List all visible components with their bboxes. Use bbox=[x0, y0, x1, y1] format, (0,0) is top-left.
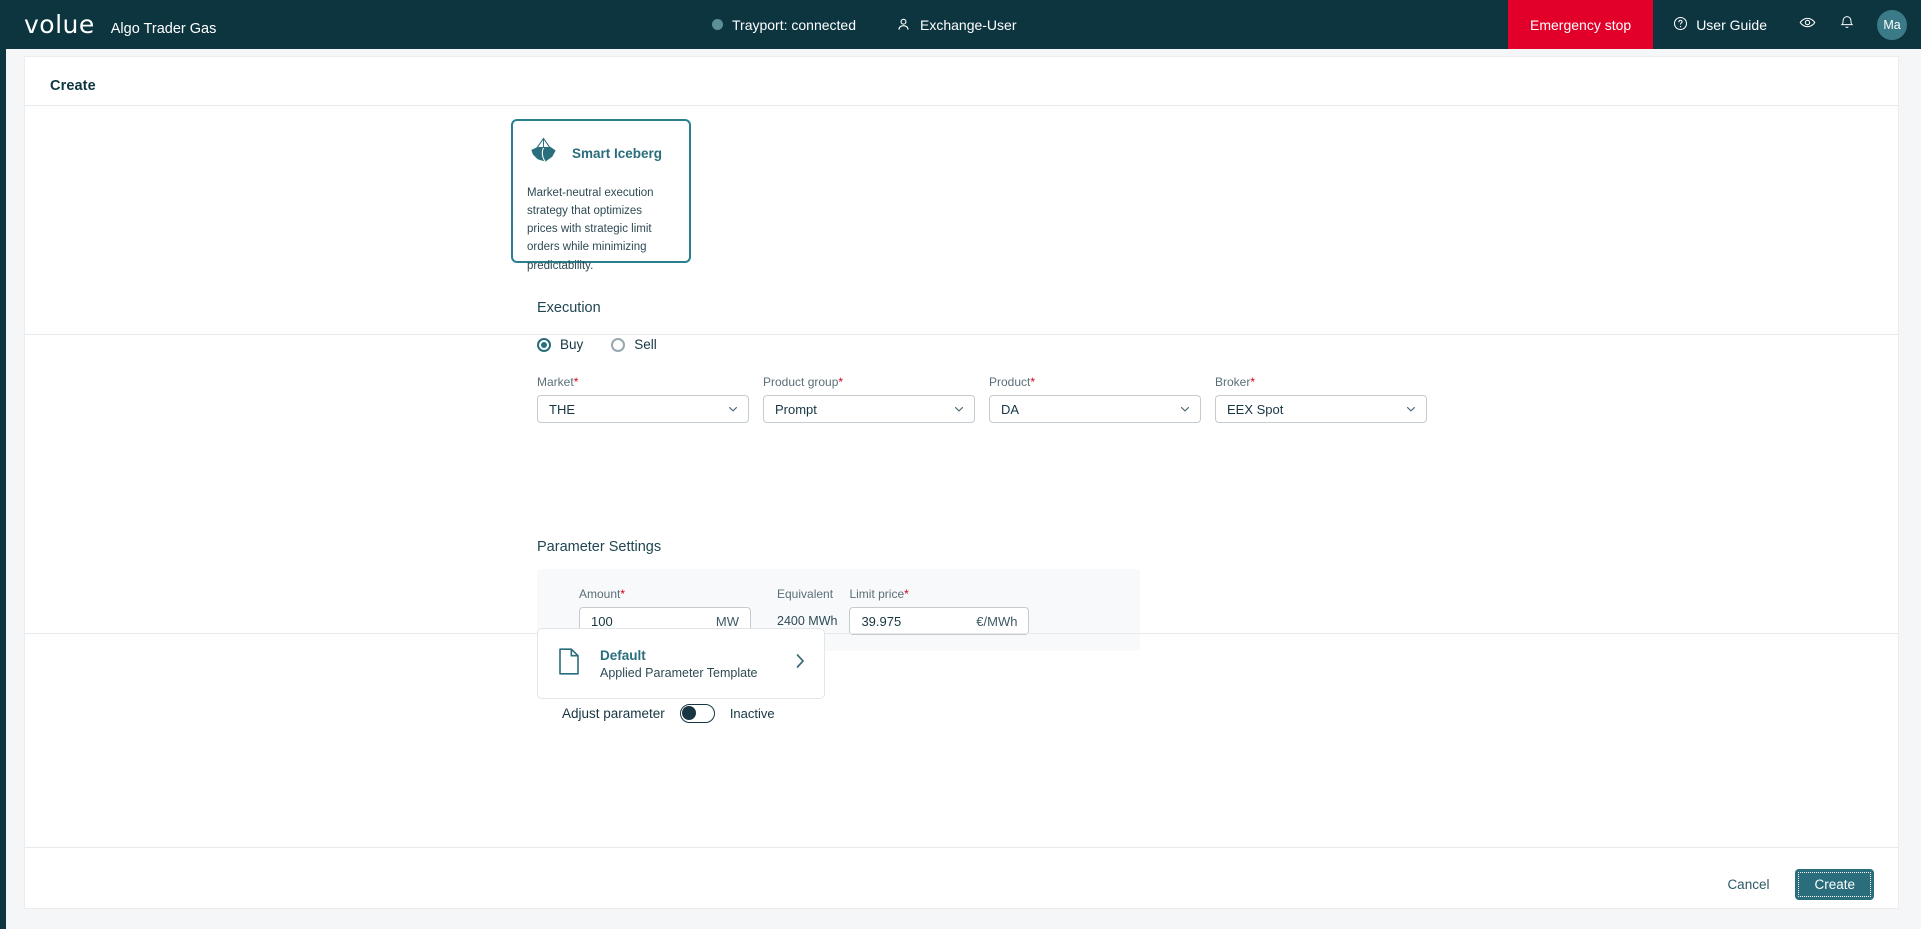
radio-buy[interactable]: Buy bbox=[537, 337, 583, 352]
strategy-name: Smart Iceberg bbox=[572, 145, 663, 161]
strategy-description: Market-neutral execution strategy that o… bbox=[527, 187, 654, 272]
field-product-group: Product group* Prompt bbox=[763, 375, 975, 423]
amount-unit: MW bbox=[715, 613, 739, 629]
strategy-card-smart-iceberg[interactable]: Smart Iceberg Market-neutral execution s… bbox=[511, 119, 691, 272]
brand: volue Algo Trader Gas bbox=[24, 10, 216, 39]
execution-fields: Market* THE Product group* Prompt Produc… bbox=[537, 375, 1427, 423]
equivalent-label: Equivalent bbox=[777, 587, 834, 601]
broker-label: Broker* bbox=[1215, 375, 1256, 389]
market-select[interactable]: THE bbox=[537, 395, 749, 423]
radio-buy-label: Buy bbox=[560, 337, 584, 352]
market-label: Market* bbox=[537, 375, 579, 389]
product-group-value: Prompt bbox=[775, 401, 817, 417]
product-value: DA bbox=[1001, 401, 1020, 417]
broker-select[interactable]: EEX Spot bbox=[1215, 395, 1427, 423]
field-market: Market* THE bbox=[537, 375, 749, 423]
chevron-right-icon[interactable] bbox=[792, 651, 808, 676]
parameter-template-texts: Default Applied Parameter Template bbox=[600, 648, 792, 680]
divider-title bbox=[25, 105, 1898, 106]
adjust-parameter-label: Adjust parameter bbox=[562, 706, 665, 721]
user-role: Exchange-User bbox=[896, 17, 1017, 33]
chevron-down-icon bbox=[1405, 403, 1417, 415]
chevron-down-icon bbox=[1179, 403, 1191, 415]
person-icon bbox=[896, 17, 911, 32]
radio-sell-label: Sell bbox=[634, 337, 657, 352]
radio-buy-icon bbox=[537, 337, 551, 352]
create-panel: Create Smart Iceberg Market-neutral exec… bbox=[25, 57, 1898, 908]
connection-status-label: Trayport: connected bbox=[732, 16, 856, 33]
divider-execution bbox=[25, 334, 1898, 335]
app-name: Algo Trader Gas bbox=[110, 21, 217, 37]
limit-price-input[interactable]: 39.975 €/MWh bbox=[849, 607, 1030, 635]
iceberg-icon bbox=[527, 134, 560, 172]
amount-label: Amount* bbox=[579, 587, 626, 601]
execution-heading: Execution bbox=[537, 300, 601, 316]
eye-icon-button[interactable] bbox=[1787, 0, 1827, 49]
parameter-settings-heading: Parameter Settings bbox=[537, 539, 662, 555]
avatar[interactable]: Ma bbox=[1877, 9, 1907, 40]
divider-parameter-settings bbox=[25, 633, 1898, 634]
broker-value: EEX Spot bbox=[1227, 401, 1284, 417]
header-right: Emergency stop User Guide Ma bbox=[1508, 0, 1921, 49]
user-guide-link[interactable]: User Guide bbox=[1653, 16, 1787, 34]
parameter-template-subtitle: Applied Parameter Template bbox=[600, 665, 758, 680]
side-radio-group: Buy Sell bbox=[537, 337, 657, 352]
eye-icon bbox=[1799, 14, 1816, 36]
bell-icon bbox=[1839, 14, 1855, 35]
limit-price-value: 39.975 bbox=[861, 613, 902, 629]
app-header: volue Algo Trader Gas Trayport: connecte… bbox=[0, 0, 1921, 49]
header-center: Trayport: connected Exchange-User bbox=[712, 0, 1017, 49]
radio-sell[interactable]: Sell bbox=[611, 337, 657, 352]
create-button[interactable]: Create bbox=[1795, 869, 1874, 900]
page-title: Create bbox=[50, 78, 96, 94]
limit-price-unit: €/MWh bbox=[976, 613, 1018, 629]
emergency-stop-button[interactable]: Emergency stop bbox=[1508, 0, 1654, 49]
connection-status: Trayport: connected bbox=[712, 17, 856, 33]
document-icon bbox=[556, 647, 582, 681]
adjust-parameter-state: Inactive bbox=[729, 706, 775, 721]
adjust-parameter-row: Adjust parameter Inactive bbox=[562, 704, 775, 723]
footer-actions: Cancel Create bbox=[1723, 869, 1874, 900]
user-role-label: Exchange-User bbox=[920, 16, 1017, 33]
chevron-down-icon bbox=[953, 403, 965, 415]
adjust-parameter-toggle[interactable] bbox=[679, 704, 715, 723]
radio-sell-icon bbox=[611, 337, 626, 352]
limit-price-label: Limit price* bbox=[849, 587, 909, 601]
strategy-header: Smart Iceberg bbox=[527, 134, 675, 172]
help-circle-icon bbox=[1673, 16, 1688, 34]
cancel-button[interactable]: Cancel bbox=[1723, 871, 1773, 898]
volue-logo: volue bbox=[24, 10, 95, 39]
market-value: THE bbox=[549, 401, 575, 417]
field-broker: Broker* EEX Spot bbox=[1215, 375, 1427, 423]
toggle-knob bbox=[681, 706, 696, 720]
product-select[interactable]: DA bbox=[989, 395, 1201, 423]
product-group-label: Product group* bbox=[763, 375, 844, 389]
divider-footer bbox=[25, 847, 1898, 848]
parameter-template-title: Default bbox=[600, 647, 646, 663]
field-product: Product* DA bbox=[989, 375, 1201, 423]
chevron-down-icon bbox=[727, 403, 739, 415]
product-label: Product* bbox=[989, 375, 1036, 389]
product-group-select[interactable]: Prompt bbox=[763, 395, 975, 423]
notifications-button[interactable] bbox=[1827, 0, 1867, 49]
field-limit-price: Limit price* 39.975 €/MWh bbox=[849, 587, 1030, 635]
user-guide-label: User Guide bbox=[1696, 16, 1767, 33]
status-dot-icon bbox=[712, 19, 723, 30]
parameter-template-card[interactable]: Default Applied Parameter Template bbox=[537, 628, 825, 699]
amount-value: 100 bbox=[591, 613, 613, 629]
